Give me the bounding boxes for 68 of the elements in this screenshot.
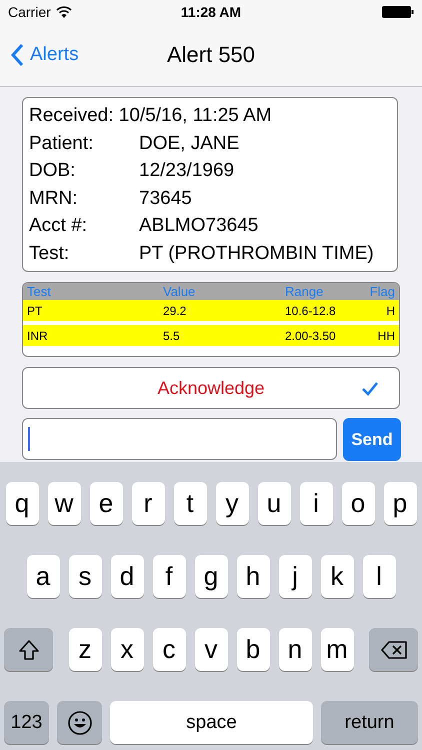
wifi-icon xyxy=(56,6,72,18)
keyboard-key[interactable]: i xyxy=(300,482,332,525)
keyboard-key[interactable]: m xyxy=(320,628,354,671)
keyboard-key[interactable]: p xyxy=(384,482,416,525)
keyboard-key[interactable]: v xyxy=(194,628,228,671)
keyboard-key[interactable]: y xyxy=(216,482,248,525)
keyboard-key[interactable]: g xyxy=(194,555,228,598)
table-cell-text: 5.5 xyxy=(163,328,181,342)
keyboard-key[interactable]: z xyxy=(68,628,102,671)
keyboard-key[interactable]: r xyxy=(132,482,164,525)
column-header: Flag xyxy=(368,284,395,299)
table-cell-text: 29.2 xyxy=(163,304,188,318)
space-key[interactable]: space xyxy=(110,701,313,744)
column-header: Value xyxy=(163,284,196,299)
detail-value: ABLMO73645 xyxy=(139,214,258,238)
keyboard-key[interactable]: n xyxy=(278,628,312,671)
keyboard-key[interactable]: c xyxy=(152,628,186,671)
keyboard-key[interactable]: a xyxy=(26,555,60,598)
emoji-key[interactable] xyxy=(57,701,102,744)
keyboard-key[interactable]: q xyxy=(6,482,38,525)
detail-label: Acct #: xyxy=(29,214,88,238)
keyboard-key[interactable]: e xyxy=(90,482,122,525)
detail-label: Patient: xyxy=(29,132,94,156)
detail-label: MRN: xyxy=(29,186,79,210)
screen-title: Alert 550 xyxy=(166,42,256,67)
keyboard-key[interactable]: b xyxy=(236,628,270,671)
keyboard-key[interactable]: u xyxy=(258,482,290,525)
column-header: Test xyxy=(27,284,52,299)
detail-value: 12/23/1969 xyxy=(139,159,234,183)
acknowledge-button[interactable]: Acknowledge xyxy=(22,367,400,409)
message-field[interactable] xyxy=(22,418,337,460)
keyboard-key[interactable]: h xyxy=(236,555,270,598)
detail-value: PT (PROTHROMBIN TIME) xyxy=(139,242,374,266)
shift-key[interactable] xyxy=(4,628,53,671)
shift-icon xyxy=(18,638,40,660)
keyboard-key[interactable]: l xyxy=(362,555,396,598)
keyboard-key[interactable]: d xyxy=(110,555,144,598)
table-cell-text: 10.6-12.8 xyxy=(285,304,337,318)
table-cell-text: H xyxy=(385,304,395,318)
status-time: 11:28 AM xyxy=(180,4,242,20)
return-key[interactable]: return xyxy=(321,701,418,744)
carrier-label: Carrier xyxy=(8,4,51,20)
table-cell-text: 2.00-3.50 xyxy=(285,328,337,342)
keyboard-key[interactable]: j xyxy=(278,555,312,598)
back-button[interactable]: Alerts xyxy=(0,42,85,68)
detail-value: 73645 xyxy=(139,186,192,210)
keyboard-key[interactable]: t xyxy=(174,482,206,525)
delete-key[interactable] xyxy=(369,628,418,671)
battery-icon xyxy=(382,6,414,18)
keyboard-key[interactable]: o xyxy=(342,482,374,525)
detail-label: DOB: xyxy=(29,159,76,183)
smiley-icon xyxy=(66,710,92,736)
detail-value: DOE, JANE xyxy=(139,132,240,156)
numbers-key[interactable]: 123 xyxy=(4,701,49,744)
keyboard-key[interactable]: x xyxy=(110,628,144,671)
keyboard-key[interactable]: w xyxy=(48,482,80,525)
table-cell-text: HH xyxy=(376,328,395,342)
table-cell-text: INR xyxy=(27,328,49,342)
keyboard-key[interactable]: k xyxy=(320,555,354,598)
detail-line: Received: 10/5/16, 11:25 AM xyxy=(29,104,272,128)
keyboard-key[interactable]: s xyxy=(68,555,102,598)
column-header: Range xyxy=(285,284,324,299)
chevron-icon xyxy=(10,43,24,67)
table-cell-text: PT xyxy=(27,304,44,318)
send-button[interactable]: Send xyxy=(343,418,401,461)
detail-label: Test: xyxy=(29,242,70,266)
delete-icon xyxy=(380,640,408,660)
keyboard-key[interactable]: f xyxy=(152,555,186,598)
